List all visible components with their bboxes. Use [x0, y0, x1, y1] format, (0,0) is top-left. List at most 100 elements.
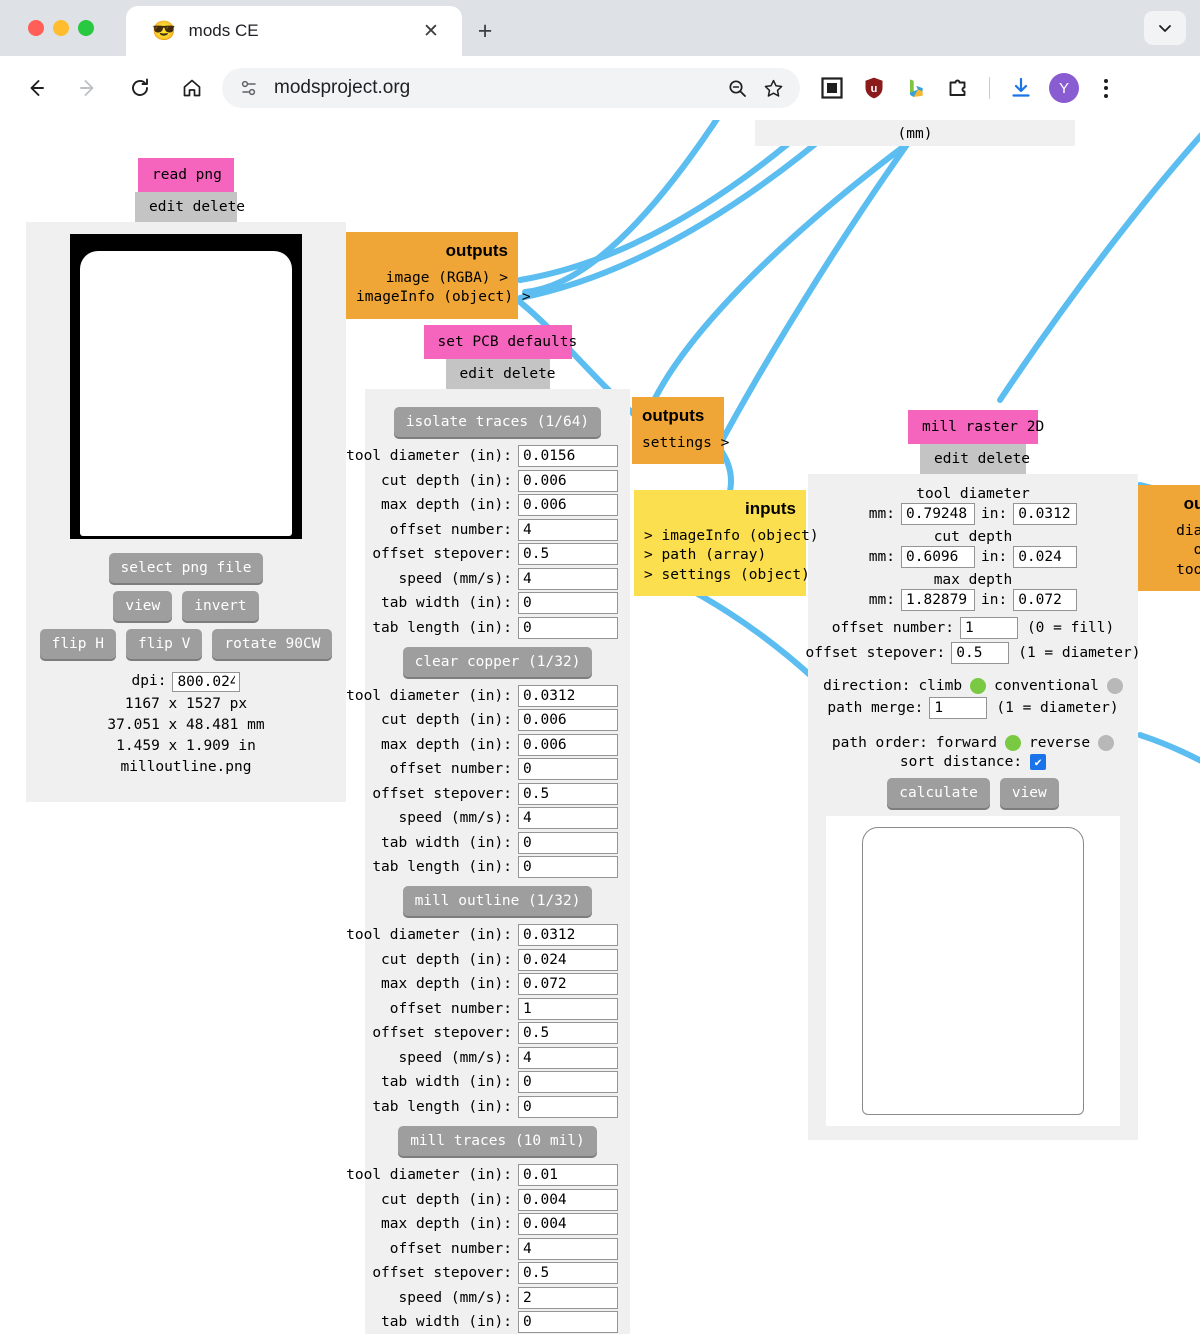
tool-diameter-in-input[interactable] — [1013, 503, 1078, 525]
flip-v-button[interactable]: flip V — [125, 629, 203, 660]
max-depth-mm-input[interactable] — [901, 589, 975, 611]
input-port-imageinfo[interactable]: > imageInfo (object) — [644, 527, 819, 546]
param-input[interactable] — [518, 592, 618, 615]
close-window-icon[interactable] — [28, 20, 44, 36]
param-input[interactable] — [518, 1046, 618, 1069]
extensions-puzzle-icon[interactable] — [944, 74, 972, 102]
preset-button[interactable]: mill outline (1/32) — [402, 886, 593, 917]
input-port-path[interactable]: > path (array) — [644, 546, 796, 565]
param-input[interactable] — [518, 518, 618, 541]
zoom-out-icon[interactable] — [720, 71, 754, 105]
sort-distance-checkbox[interactable]: ✔ — [1030, 753, 1047, 770]
read-png-actions[interactable]: edit delete — [135, 192, 245, 222]
param-input[interactable] — [518, 709, 618, 732]
pcb-defaults-actions[interactable]: edit delete — [445, 359, 556, 389]
path-merge-input[interactable] — [929, 696, 988, 719]
param-input[interactable] — [518, 1164, 618, 1186]
param-input[interactable] — [518, 1095, 618, 1118]
site-settings-icon[interactable] — [236, 75, 262, 101]
max-depth-in-input[interactable] — [1013, 589, 1078, 611]
param-input[interactable] — [518, 445, 618, 468]
param-input[interactable] — [518, 1213, 618, 1235]
param-row: offset number: — [377, 518, 618, 541]
param-input[interactable] — [518, 831, 618, 854]
invert-button[interactable]: invert — [182, 591, 259, 622]
home-icon[interactable] — [172, 68, 212, 108]
address-bar[interactable]: modsproject.org — [222, 68, 800, 108]
view-button[interactable]: view — [113, 591, 173, 622]
ublock-origin-icon[interactable]: u — [860, 74, 888, 102]
browser-tab[interactable]: 😎 mods CE ✕ — [126, 6, 462, 56]
param-input[interactable] — [518, 782, 618, 805]
preset-button[interactable]: isolate traces (1/64) — [393, 407, 602, 438]
maximize-window-icon[interactable] — [78, 20, 94, 36]
calculate-button[interactable]: calculate — [887, 777, 990, 808]
bookmark-star-icon[interactable] — [756, 71, 790, 105]
param-input[interactable] — [518, 1188, 618, 1211]
param-input[interactable] — [518, 684, 618, 707]
param-input[interactable] — [518, 1071, 618, 1094]
param-label: tool diameter (in): — [346, 1167, 512, 1183]
read-png-title[interactable]: read png — [138, 158, 234, 192]
param-input[interactable] — [518, 1237, 618, 1260]
param-input[interactable] — [518, 494, 618, 517]
back-arrow-icon[interactable] — [16, 68, 56, 108]
output-port-offset[interactable]: offset — [1148, 541, 1200, 560]
path-order-forward-radio[interactable] — [1005, 734, 1022, 751]
output-port-image[interactable]: image (RGBA) > — [356, 269, 508, 288]
param-input[interactable] — [518, 616, 618, 639]
param-input[interactable] — [518, 807, 618, 830]
offset-number-input[interactable] — [959, 617, 1018, 639]
cut-depth-in-input[interactable] — [1013, 546, 1078, 568]
input-port-settings[interactable]: > settings (object) — [644, 566, 810, 585]
downloads-icon[interactable] — [1007, 74, 1035, 102]
pcb-defaults-title[interactable]: set PCB defaults — [423, 325, 577, 359]
path-order-reverse-radio[interactable] — [1098, 734, 1115, 751]
param-input[interactable] — [518, 1022, 618, 1045]
tool-diameter-mm-input[interactable] — [901, 503, 975, 525]
output-port-diameter[interactable]: diameter — [1148, 522, 1200, 541]
chrome-menu-icon[interactable] — [1093, 78, 1119, 98]
extension-square-icon[interactable] — [818, 74, 846, 102]
preset-button[interactable]: mill traces (10 mil) — [398, 1125, 597, 1156]
preset-button[interactable]: clear copper (1/32) — [402, 646, 593, 677]
bing-copilot-icon[interactable] — [902, 74, 930, 102]
param-input[interactable] — [518, 924, 618, 947]
dpi-input[interactable] — [172, 671, 241, 692]
param-input[interactable] — [518, 758, 618, 781]
output-port-toolpath[interactable]: toolpath — [1148, 561, 1200, 580]
cut-depth-mm-input[interactable] — [901, 546, 975, 568]
offset-stepover-input[interactable] — [951, 641, 1010, 664]
window-controls[interactable] — [28, 20, 94, 36]
select-png-file-button[interactable]: select png file — [108, 553, 264, 584]
mill-raster-actions[interactable]: edit delete — [920, 444, 1030, 474]
mill-raster-title[interactable]: mill raster 2D — [908, 410, 1044, 444]
sort-distance-label: sort distance: — [899, 753, 1023, 770]
output-port-settings[interactable]: settings > — [642, 434, 729, 453]
param-input[interactable] — [518, 997, 618, 1020]
param-input[interactable] — [518, 856, 618, 879]
param-input[interactable] — [518, 567, 618, 590]
param-input[interactable] — [518, 948, 618, 971]
param-input[interactable] — [518, 543, 618, 566]
flip-h-button[interactable]: flip H — [39, 629, 116, 660]
param-input[interactable] — [518, 733, 618, 756]
close-tab-icon[interactable]: ✕ — [418, 18, 444, 44]
profile-avatar[interactable]: Y — [1049, 73, 1079, 103]
param-input[interactable] — [518, 1311, 618, 1333]
new-tab-button[interactable]: + — [468, 14, 502, 48]
reload-icon[interactable] — [120, 68, 160, 108]
param-input[interactable] — [518, 1262, 618, 1284]
raster-view-button[interactable]: view — [999, 777, 1059, 808]
param-input[interactable] — [518, 973, 618, 996]
param-input[interactable] — [518, 469, 618, 492]
param-label: cut depth (in): — [381, 712, 512, 729]
direction-conventional-radio[interactable] — [1106, 677, 1123, 694]
param-input[interactable] — [518, 1286, 618, 1309]
direction-climb-radio[interactable] — [970, 677, 987, 694]
forward-arrow-icon[interactable] — [68, 68, 108, 108]
minimize-window-icon[interactable] — [53, 20, 69, 36]
rotate-90cw-button[interactable]: rotate 90CW — [212, 629, 333, 660]
tab-list-chevron-down-icon[interactable] — [1144, 11, 1186, 45]
output-port-imageinfo[interactable]: imageInfo (object) > — [356, 288, 531, 307]
